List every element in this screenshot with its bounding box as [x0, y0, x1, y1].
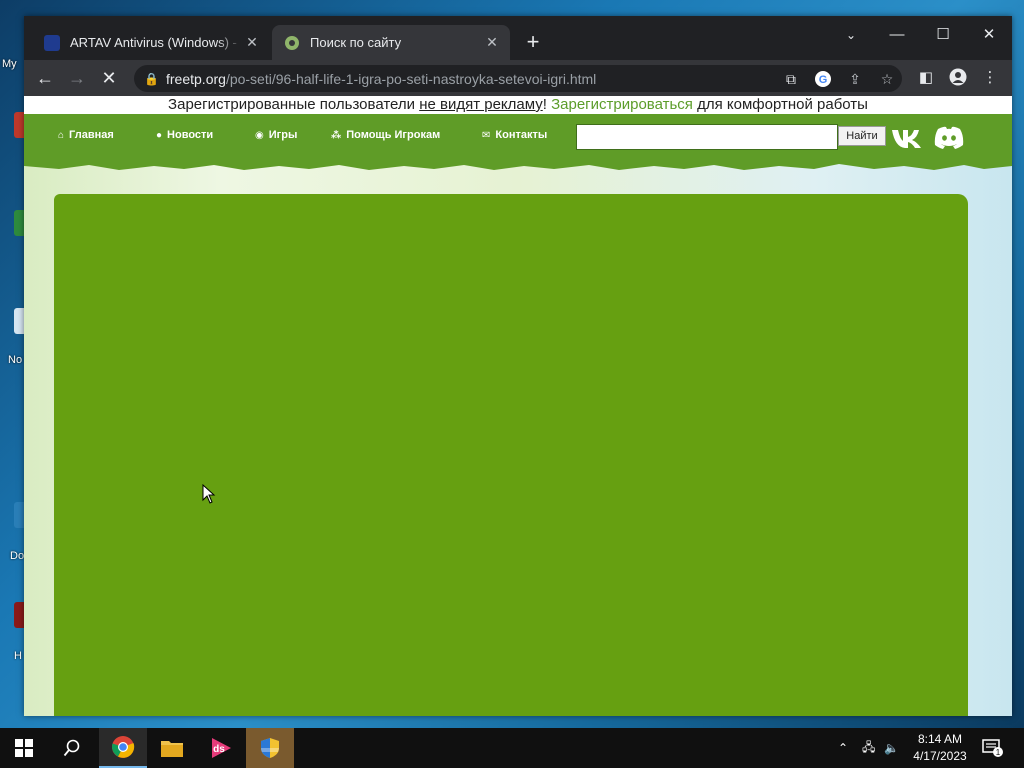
close-icon[interactable]: ✕	[242, 34, 262, 51]
url-text[interactable]: freetp.org/po-seti/96-half-life-1-igra-p…	[166, 71, 596, 87]
shield-icon	[261, 738, 279, 758]
desktop-icon-h[interactable]: H	[0, 602, 34, 662]
folder-icon	[161, 741, 183, 757]
windows-logo-icon	[15, 739, 33, 757]
system-clock[interactable]: 8:14 AM 4/17/2023	[900, 731, 980, 765]
artav-favicon-icon	[44, 34, 60, 51]
minimize-button[interactable]: —	[874, 22, 920, 50]
web-page: Зарегистрированные пользователи не видят…	[24, 96, 1012, 716]
notification-count: 1	[996, 748, 1001, 757]
nav-item-home[interactable]: ⌂ Главная	[58, 129, 114, 141]
sitemap-icon: ⁂	[331, 129, 342, 141]
clock-date: 4/17/2023	[913, 749, 967, 763]
address-bar[interactable]: 🔒 freetp.org/po-seti/96-half-life-1-igra…	[134, 65, 902, 92]
network-icon[interactable]: 🖧	[862, 728, 880, 768]
stop-loading-button[interactable]: ✕	[96, 66, 122, 90]
search-button[interactable]: Найти	[838, 126, 886, 146]
play-circle-icon: ◉	[255, 129, 264, 141]
search-button[interactable]	[48, 728, 96, 768]
taskbar-ds-app[interactable]: ds	[197, 728, 245, 768]
torn-paper-border	[24, 160, 1012, 170]
desktop-icon-label: H	[14, 650, 22, 662]
close-icon[interactable]: ✕	[482, 34, 502, 51]
start-button[interactable]	[0, 728, 48, 768]
search-icon	[63, 739, 80, 757]
notification-icon: 1	[982, 739, 1003, 757]
new-tab-button[interactable]: +	[520, 30, 546, 56]
bookmark-star-icon[interactable]: ☆	[878, 70, 896, 88]
chrome-icon	[112, 736, 135, 758]
freetp-favicon-icon	[285, 35, 299, 50]
taskbar-chrome[interactable]	[99, 728, 147, 768]
main-content-panel	[54, 194, 968, 716]
tab-search[interactable]: Поиск по сайту ✕	[272, 25, 510, 60]
clock-time: 8:14 AM	[917, 732, 963, 746]
google-translate-icon[interactable]: G	[814, 70, 832, 88]
browser-window: ARTAV Antivirus (Windows) - Dov ✕ Поиск …	[24, 16, 1012, 716]
svg-text:ds: ds	[213, 744, 225, 755]
desktop-icon-label: No	[8, 354, 23, 366]
tab-title: Поиск по сайту	[310, 35, 402, 50]
vk-icon[interactable]	[890, 123, 924, 151]
discord-icon[interactable]	[932, 123, 966, 151]
back-button[interactable]: ←	[32, 66, 58, 90]
tab-artav[interactable]: ARTAV Antivirus (Windows) - Dov ✕	[32, 25, 270, 60]
desktop-icon-label: My	[2, 58, 17, 70]
share-icon[interactable]: ⇪	[846, 70, 864, 88]
notification-center-button[interactable]: 1	[982, 728, 1012, 768]
desktop-icon-notepad[interactable]: No	[0, 308, 34, 366]
taskbar-installer[interactable]	[246, 728, 294, 768]
forward-button[interactable]: →	[64, 66, 90, 90]
home-icon: ⌂	[58, 129, 65, 141]
profile-avatar-icon[interactable]	[948, 68, 968, 88]
menu-kebab-icon[interactable]: ⋮	[980, 68, 1000, 88]
ad-free-promo-bar: Зарегистрированные пользователи не видят…	[24, 96, 1012, 114]
nav-item-help[interactable]: ⁂ Помощь Игрокам	[331, 129, 440, 141]
browser-toolbar: ← → ✕ 🔒 freetp.org/po-seti/96-half-life-…	[24, 60, 1012, 96]
nav-item-contacts[interactable]: ✉ Контакты	[482, 129, 547, 141]
tab-search-dropdown-icon[interactable]: ⌄	[828, 22, 874, 50]
svg-text:G: G	[819, 74, 828, 86]
tab-title: ARTAV Antivirus (Windows) - Dov	[70, 35, 242, 50]
taskbar-file-explorer[interactable]	[148, 728, 196, 768]
desktop-icon-chrome[interactable]	[0, 210, 34, 236]
blocked-popup-icon[interactable]: ⧉	[782, 70, 800, 88]
close-window-button[interactable]: ✕	[966, 22, 1012, 50]
nav-item-news[interactable]: ● Новости	[156, 129, 213, 141]
tab-strip: ARTAV Antivirus (Windows) - Dov ✕ Поиск …	[24, 16, 1012, 60]
desktop-icon-docs[interactable]: Do	[0, 502, 34, 562]
maximize-button[interactable]: ☐	[920, 22, 966, 50]
site-search-input[interactable]	[576, 124, 838, 150]
show-hidden-icons-button[interactable]: ⌃	[838, 728, 854, 768]
mouse-cursor-icon	[202, 484, 216, 504]
desktop-icon-label: Do	[10, 550, 25, 562]
envelope-icon: ✉	[482, 129, 491, 141]
taskbar: ds ⌃ 🖧 🔈 8:14 AM 4/17/2023 1	[0, 728, 1024, 768]
ds-app-icon: ds	[212, 738, 231, 758]
comments-icon: ●	[156, 129, 163, 141]
no-ads-link[interactable]: не видят рекламу	[419, 96, 543, 113]
side-panel-icon[interactable]: ◧	[916, 68, 936, 88]
site-navigation: ⌂ Главная ● Новости ◉ Игры ⁂ Помощь Игрокам …	[24, 114, 1012, 163]
register-link[interactable]: Зарегистрироваться	[551, 96, 693, 113]
desktop-icon-app[interactable]	[0, 112, 34, 138]
nav-item-games[interactable]: ◉ Игры	[255, 129, 297, 141]
lock-icon: 🔒	[144, 71, 159, 86]
